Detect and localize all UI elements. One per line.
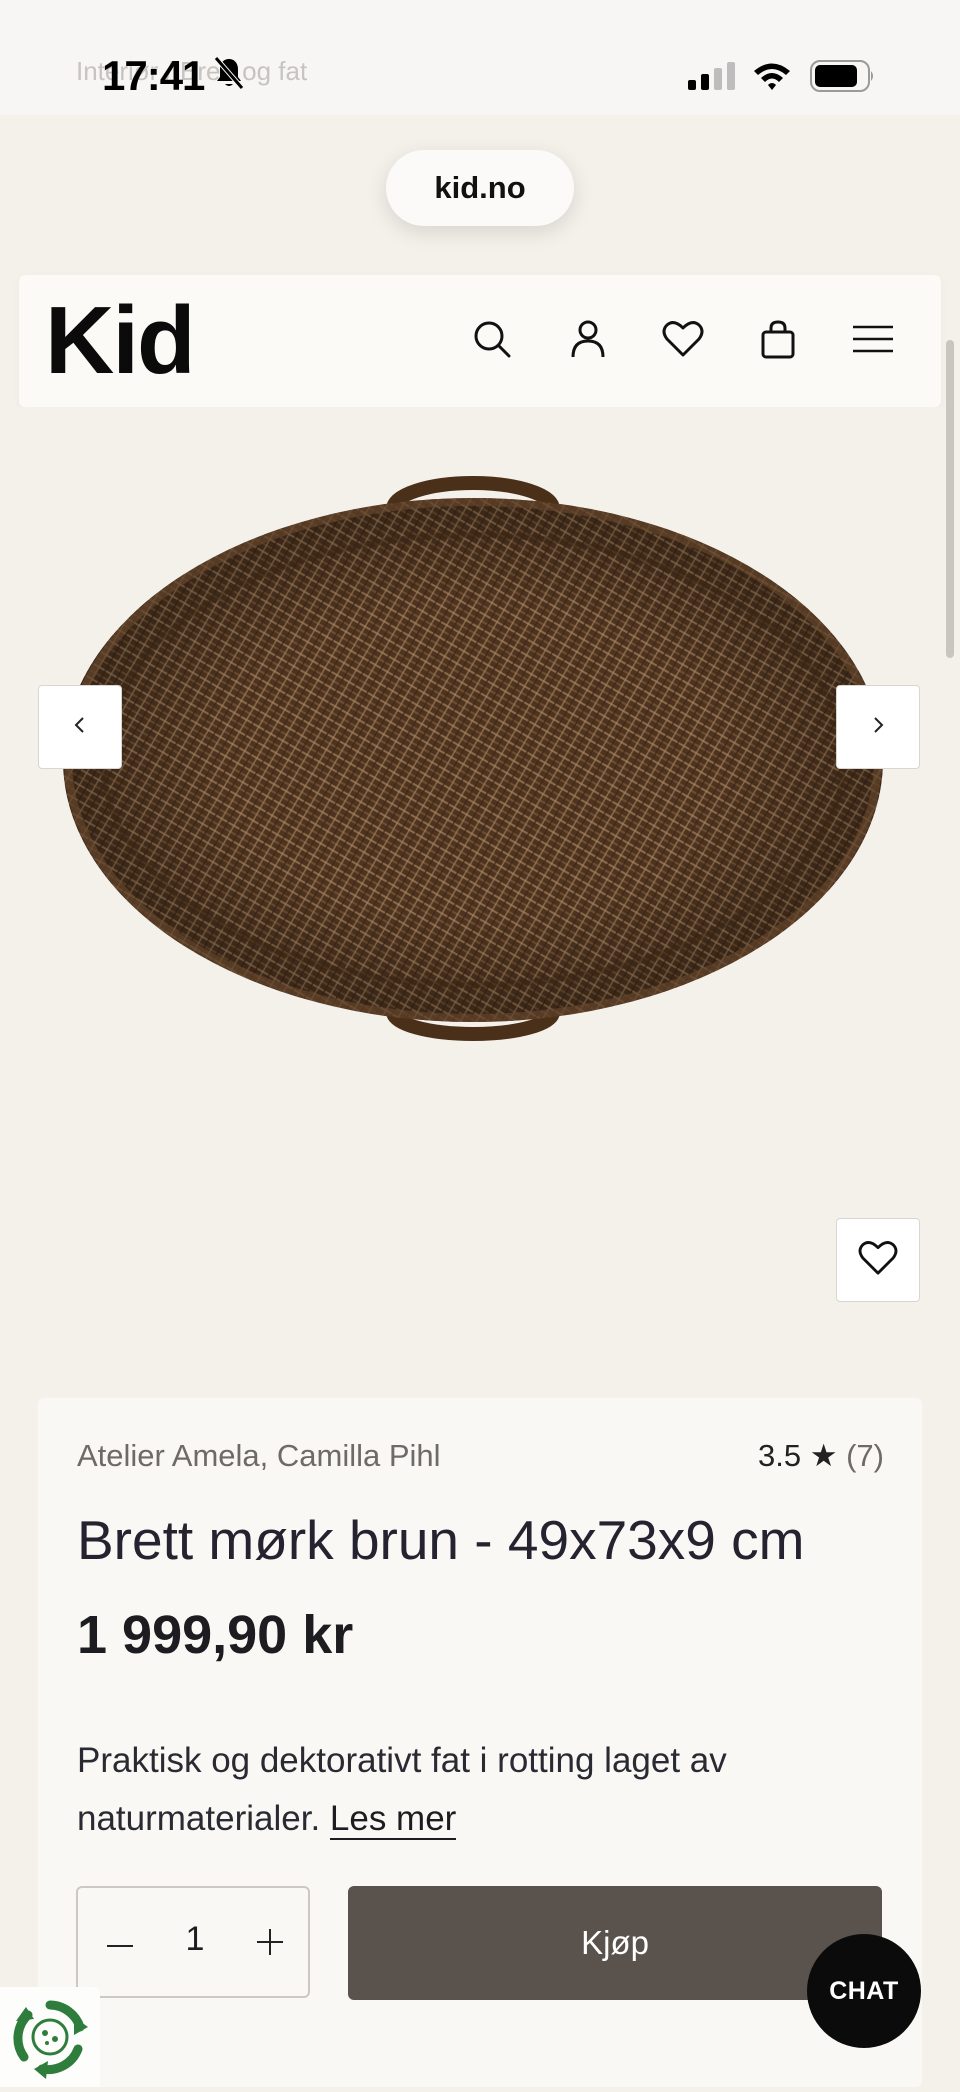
quantity-stepper: 1: [76, 1886, 310, 1998]
menu-button[interactable]: [849, 317, 897, 365]
rating-value: 3.5 ★: [757, 1438, 838, 1473]
minus-icon: [107, 1935, 133, 1953]
status-bar: Interiør / Brett og fat 17:41: [0, 0, 960, 115]
chevron-left-icon: [72, 715, 88, 740]
heart-icon: [858, 1240, 898, 1281]
menu-icon: [851, 324, 895, 359]
heart-icon: [662, 320, 704, 363]
product-description: Praktisk og dektorativt fat i rotting la…: [77, 1732, 877, 1848]
rating-count: (7): [846, 1438, 884, 1473]
site-logo[interactable]: Kid: [45, 293, 196, 389]
search-button[interactable]: [468, 317, 516, 365]
wifi-icon: [752, 60, 792, 97]
read-more-link[interactable]: Les mer: [329, 1799, 457, 1840]
chevron-right-icon: [870, 715, 886, 740]
battery-icon: [810, 60, 876, 97]
plus-icon: [257, 1928, 283, 1960]
product-brand[interactable]: Atelier Amela, Camilla Pihl: [77, 1438, 441, 1474]
cart-button[interactable]: [754, 317, 802, 365]
browser-url-pill[interactable]: kid.no: [386, 150, 574, 226]
recycle-badge[interactable]: [0, 1987, 100, 2087]
product-rating[interactable]: 3.5 ★ (7): [758, 1438, 884, 1474]
product-title: Brett mørk brun - 49x73x9 cm: [77, 1509, 805, 1571]
gallery-next-button[interactable]: [836, 685, 920, 769]
chat-button[interactable]: CHAT: [807, 1934, 921, 2048]
page-scrollbar[interactable]: [946, 340, 954, 658]
recycle-icon: [0, 2000, 100, 2091]
gallery-prev-button[interactable]: [38, 685, 122, 769]
product-image-rattan-tray[interactable]: [60, 447, 890, 1052]
add-to-wishlist-button[interactable]: [836, 1218, 920, 1302]
product-gallery[interactable]: [0, 407, 960, 1397]
quantity-increase-button[interactable]: [250, 1924, 290, 1964]
quantity-decrease-button[interactable]: [100, 1924, 140, 1964]
wishlist-button[interactable]: [659, 317, 707, 365]
status-time: 17:41: [102, 52, 205, 99]
account-button[interactable]: [564, 317, 612, 365]
quantity-value[interactable]: 1: [178, 1920, 212, 1959]
site-header: Kid: [19, 275, 941, 407]
buy-button[interactable]: Kjøp: [348, 1886, 882, 2000]
user-icon: [568, 319, 608, 364]
product-info-card: Atelier Amela, Camilla Pihl 3.5 ★ (7) Br…: [38, 1398, 922, 2087]
search-icon: [472, 319, 512, 364]
bag-icon: [760, 319, 796, 364]
product-price: 1 999,90 kr: [77, 1605, 354, 1665]
cellular-signal-icon: [688, 62, 736, 97]
bell-slash-icon: [214, 56, 244, 95]
